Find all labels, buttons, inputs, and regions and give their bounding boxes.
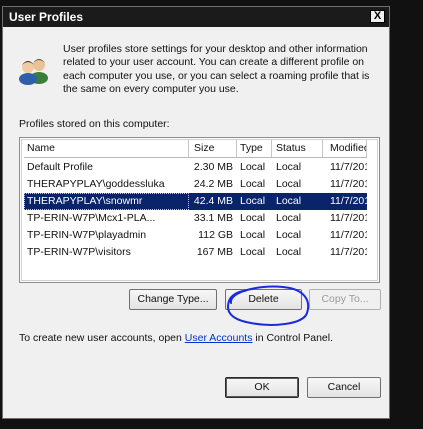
column-header-size[interactable]: Size <box>189 140 237 157</box>
cancel-button[interactable]: Cancel <box>307 377 381 398</box>
profiles-list[interactable]: Name Size Type Status Modified Default P… <box>19 137 380 283</box>
profiles-list-label: Profiles stored on this computer: <box>19 118 170 130</box>
profile-type: Local <box>240 212 266 224</box>
profile-modified: 11/7/2010 <box>330 212 367 224</box>
footer-prefix: To create new user accounts, open <box>19 332 185 344</box>
profiles-list-rows: Default Profile 2.30 MB Local Local 11/7… <box>24 159 367 261</box>
profiles-description: User profiles store settings for your de… <box>63 43 370 95</box>
profile-type: Local <box>240 229 266 241</box>
profile-size: 33.1 MB <box>193 212 233 224</box>
ok-button[interactable]: OK <box>225 377 299 398</box>
profile-type: Local <box>240 195 266 207</box>
footer-suffix: in Control Panel. <box>252 332 334 344</box>
profile-type: Local <box>240 178 266 190</box>
column-header-type[interactable]: Type <box>237 140 272 157</box>
profile-status: Local <box>276 212 302 224</box>
profile-type: Local <box>240 161 266 173</box>
profile-modified: 11/7/2010 <box>330 195 367 207</box>
profile-name: Default Profile <box>27 161 93 173</box>
profile-row[interactable]: THERAPYPLAY\goddessluka 24.2 MB Local Lo… <box>24 176 367 193</box>
delete-button[interactable]: Delete <box>225 289 302 310</box>
profile-size: 2.30 MB <box>193 161 233 173</box>
profile-name: THERAPYPLAY\snowmr <box>24 193 189 210</box>
profile-status: Local <box>276 246 302 258</box>
profile-status: Local <box>276 195 302 207</box>
profile-name: TP-ERIN-W7P\visitors <box>27 246 131 258</box>
users-icon <box>19 59 48 85</box>
close-button[interactable]: X <box>370 10 385 23</box>
profile-row[interactable]: Default Profile 2.30 MB Local Local 11/7… <box>24 159 367 176</box>
column-header-name[interactable]: Name <box>24 140 189 157</box>
title-bar[interactable]: User Profiles X <box>3 7 389 27</box>
user-accounts-link[interactable]: User Accounts <box>185 332 253 344</box>
profile-size: 42.4 MB <box>193 195 233 207</box>
profile-modified: 11/7/2010 <box>330 229 367 241</box>
column-header-modified[interactable]: Modified <box>323 140 367 157</box>
profile-modified: 11/7/2010 <box>330 246 367 258</box>
column-header-status[interactable]: Status <box>272 140 323 157</box>
dialog-title: User Profiles <box>9 10 84 24</box>
profile-name: TP-ERIN-W7P\playadmin <box>27 229 147 241</box>
profile-size: 112 GB <box>198 229 233 241</box>
copy-to-button[interactable]: Copy To... <box>309 289 381 310</box>
change-type-button[interactable]: Change Type... <box>129 289 217 310</box>
profile-modified: 11/7/2010 <box>330 161 367 173</box>
profile-type: Local <box>240 246 266 258</box>
user-profiles-dialog: User Profiles X User profiles store sett… <box>2 6 390 419</box>
profile-status: Local <box>276 178 302 190</box>
profiles-list-header: Name Size Type Status Modified <box>24 140 367 158</box>
profile-row[interactable]: TP-ERIN-W7P\playadmin 112 GB Local Local… <box>24 227 367 244</box>
profile-row[interactable]: TP-ERIN-W7P\Mcx1-PLA... 33.1 MB Local Lo… <box>24 210 367 227</box>
profile-row-selected[interactable]: THERAPYPLAY\snowmr 42.4 MB Local Local 1… <box>24 193 367 210</box>
profile-size: 24.2 MB <box>193 178 233 190</box>
profile-name: TP-ERIN-W7P\Mcx1-PLA... <box>27 212 156 224</box>
profile-modified: 11/7/2010 <box>330 178 367 190</box>
profile-row[interactable]: TP-ERIN-W7P\visitors 167 MB Local Local … <box>24 244 367 261</box>
profile-name: THERAPYPLAY\goddessluka <box>27 178 165 190</box>
close-icon: X <box>373 10 382 22</box>
profile-size: 167 MB <box>196 246 233 258</box>
profile-status: Local <box>276 161 302 173</box>
profile-status: Local <box>276 229 302 241</box>
footer-text: To create new user accounts, open User A… <box>19 332 333 344</box>
